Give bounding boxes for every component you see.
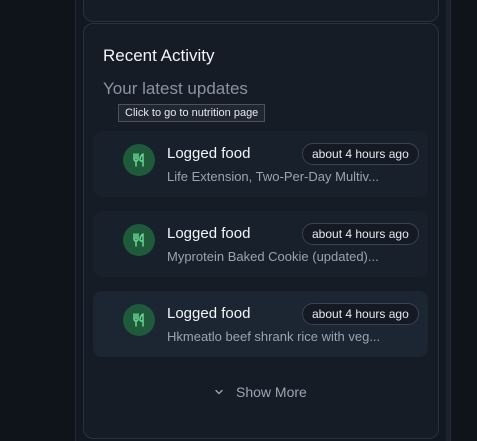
previous-card bbox=[83, 0, 439, 22]
card-title: Recent Activity bbox=[103, 46, 215, 65]
utensils-icon bbox=[123, 144, 155, 176]
activity-time-badge: about 4 hours ago bbox=[302, 303, 419, 325]
activity-title: Logged food bbox=[167, 225, 251, 242]
utensils-icon bbox=[123, 224, 155, 256]
nutrition-tooltip: Click to go to nutrition page bbox=[118, 104, 266, 122]
activity-time-badge: about 4 hours ago bbox=[302, 223, 419, 245]
activity-description: Myprotein Baked Cookie (updated)... bbox=[167, 249, 379, 264]
activity-description: Hkmeatlo beef shrank rice with veg... bbox=[167, 329, 381, 344]
show-more-button[interactable]: Show More bbox=[214, 384, 307, 400]
activity-item[interactable]: Logged food about 4 hours ago Myprotein … bbox=[93, 211, 428, 277]
activity-item[interactable]: Logged food about 4 hours ago Hkmeatlo b… bbox=[93, 291, 428, 357]
activity-title: Logged food bbox=[167, 145, 251, 162]
utensils-icon bbox=[123, 304, 155, 336]
activity-time-badge: about 4 hours ago bbox=[302, 143, 419, 165]
activity-description: Life Extension, Two-Per-Day Multiv... bbox=[167, 169, 379, 184]
show-more-label: Show More bbox=[236, 384, 307, 400]
chevron-down-icon bbox=[214, 384, 224, 400]
scrollbar[interactable] bbox=[446, 0, 450, 441]
activity-item[interactable]: Logged food about 4 hours ago Life Exten… bbox=[93, 131, 428, 197]
page: Recent Activity Your latest updates Clic… bbox=[0, 0, 477, 441]
card-subtitle: Your latest updates bbox=[103, 79, 248, 98]
activity-title: Logged food bbox=[167, 305, 251, 322]
recent-activity-card: Recent Activity Your latest updates Clic… bbox=[83, 23, 439, 439]
